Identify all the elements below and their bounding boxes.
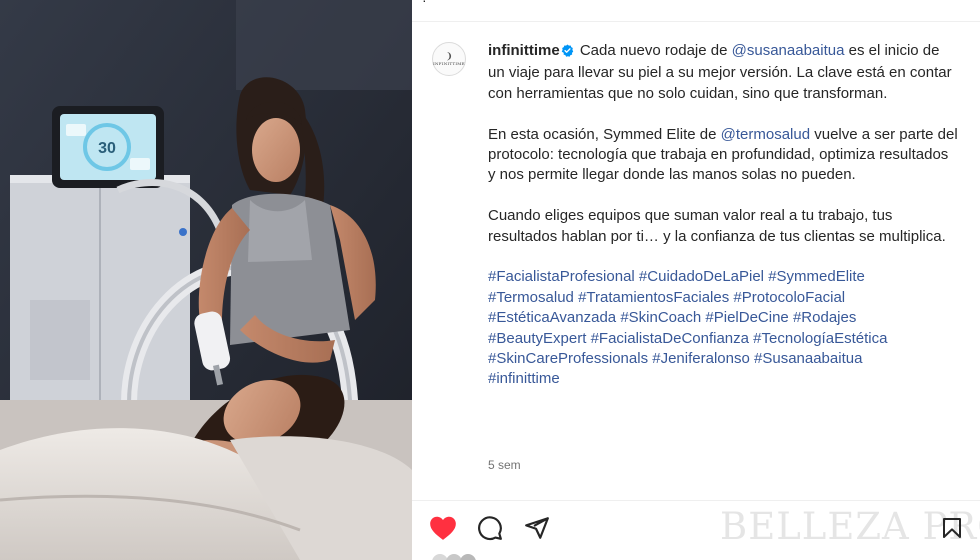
hashtag-link[interactable]: #BeautyExpert — [488, 330, 586, 347]
action-bar — [412, 513, 980, 543]
header-remnant: · — [422, 0, 427, 8]
post-photo[interactable]: 30 — [0, 0, 412, 560]
post-detail-panel: · ❩ INFINITTIME infinittime Cada nuevo r… — [412, 0, 980, 560]
hashtag-link[interactable]: #EstéticaAvanzada — [488, 309, 616, 326]
caption-paragraph-3: Cuando eliges equipos que suman valor re… — [488, 207, 946, 245]
hashtag-link[interactable]: #TecnologíaEstética — [753, 330, 887, 347]
avatar-mark: ❩ — [445, 51, 453, 62]
verified-badge-icon — [561, 43, 574, 63]
comment-icon — [478, 516, 502, 541]
hashtag-link[interactable]: #Rodajes — [793, 309, 856, 326]
actions-divider — [412, 500, 980, 501]
heart-icon — [430, 516, 456, 540]
header-bar: · — [412, 0, 980, 22]
hashtag-link[interactable]: #FacialistaProfesional — [488, 268, 635, 285]
liked-by-avatars — [432, 554, 476, 560]
hashtag-list: #FacialistaProfesional #CuidadoDeLaPiel … — [488, 267, 958, 389]
share-button[interactable] — [522, 513, 552, 543]
comment-button[interactable] — [475, 513, 505, 543]
caption-paragraph-2: En esta ocasión, Symmed Elite de @termos… — [488, 125, 958, 186]
hashtag-link[interactable]: #ProtocoloFacial — [733, 289, 845, 306]
caption-p1-intro: Cada nuevo rodaje de — [579, 42, 732, 59]
like-button[interactable] — [428, 513, 458, 543]
hashtag-link[interactable]: #Jeniferalonso — [652, 350, 750, 367]
mention-link[interactable]: @termosalud — [721, 126, 810, 143]
hashtag-link[interactable]: #CuidadoDeLaPiel — [639, 268, 764, 285]
device-screen-value: 30 — [98, 140, 116, 157]
save-button[interactable] — [937, 513, 967, 543]
hashtag-link[interactable]: #TratamientosFaciales — [578, 289, 729, 306]
hashtag-link[interactable]: #FacialistaDeConfianza — [591, 330, 749, 347]
username-link[interactable]: infinittime — [488, 42, 560, 59]
bookmark-icon — [943, 518, 961, 538]
share-icon — [525, 517, 549, 539]
avatar-brand: INFINITTIME — [433, 60, 465, 66]
hashtag-link[interactable]: #SkinCoach — [620, 309, 701, 326]
caption-p2-intro: En esta ocasión, Symmed Elite de — [488, 125, 721, 143]
post-caption: infinittime Cada nuevo rodaje de @susana… — [488, 41, 958, 390]
mention-link[interactable]: @susanaabaitua — [732, 42, 845, 59]
hashtag-link[interactable]: #SkinCareProfessionals — [488, 350, 648, 367]
caption-paragraph-1: infinittime Cada nuevo rodaje de @susana… — [488, 41, 958, 104]
hashtag-link[interactable]: #SymmedElite — [768, 268, 865, 285]
post-timestamp[interactable]: 5 sem — [488, 458, 521, 472]
photo-illustration: 30 — [0, 0, 412, 560]
hashtag-link[interactable]: #infinittime — [488, 370, 560, 387]
hashtag-link[interactable]: #PielDeCine — [705, 309, 788, 326]
hashtag-link[interactable]: #Susanaabaitua — [754, 350, 862, 367]
hashtag-link[interactable]: #Termosalud — [488, 289, 574, 306]
avatar[interactable]: ❩ INFINITTIME — [432, 42, 466, 76]
